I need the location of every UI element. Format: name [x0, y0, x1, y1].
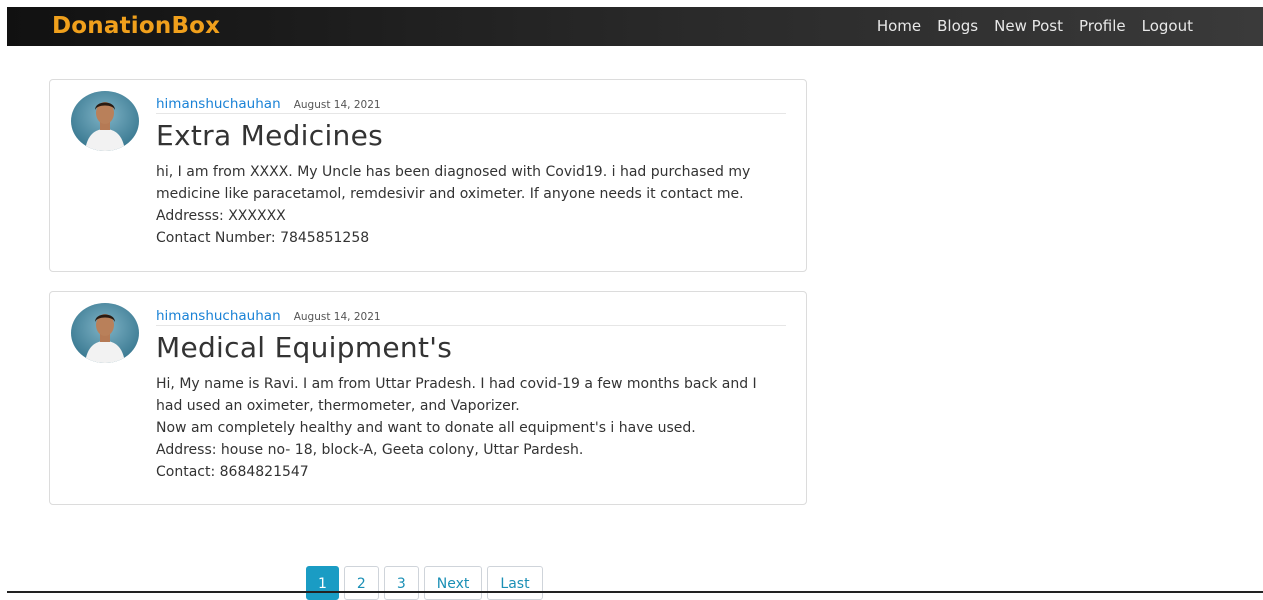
nav-link-blogs[interactable]: Blogs	[937, 16, 978, 36]
post-body-line: had used an oximeter, thermometer, and V…	[156, 398, 520, 414]
post-body-line: Contact: 8684821547	[156, 464, 309, 480]
nav-link-new-post[interactable]: New Post	[994, 16, 1063, 36]
brand-logo[interactable]: DonationBox	[52, 12, 220, 40]
post-body-line: Contact Number: 7845851258	[156, 230, 370, 246]
post-date: August 14, 2021	[293, 311, 381, 323]
post-body: Hi, My name is Ravi. I am from Uttar Pra…	[156, 373, 796, 483]
nav-link-logout[interactable]: Logout	[1142, 16, 1193, 36]
avatar-image	[71, 91, 139, 151]
nav-link-profile[interactable]: Profile	[1079, 16, 1126, 36]
post-body: hi, I am from XXXX. My Uncle has been di…	[156, 161, 796, 249]
post-body-line: Now am completely healthy and want to do…	[156, 420, 696, 436]
nav-links: Home Blogs New Post Profile Logout	[861, 16, 1193, 36]
avatar-image	[71, 303, 139, 363]
avatar[interactable]	[71, 303, 139, 363]
post-meta: himanshuchauhan August 14, 2021	[156, 305, 786, 326]
nav-link-home[interactable]: Home	[877, 16, 921, 36]
avatar[interactable]	[71, 91, 139, 151]
post-date: August 14, 2021	[293, 99, 381, 111]
post-card: himanshuchauhan August 14, 2021 Extra Me…	[49, 79, 807, 272]
post-meta: himanshuchauhan August 14, 2021	[156, 93, 786, 114]
author-link[interactable]: himanshuchauhan	[156, 96, 281, 112]
post-body-line: Addresss: XXXXXX	[156, 208, 286, 224]
post-body-line: Address: house no- 18, block-A, Geeta co…	[156, 442, 584, 458]
navbar: DonationBox Home Blogs New Post Profile …	[7, 7, 1263, 46]
post-body-line: medicine like paracetamol, remdesivir an…	[156, 186, 744, 202]
bottom-divider	[7, 591, 1263, 593]
author-link[interactable]: himanshuchauhan	[156, 308, 281, 324]
post-body-line: Hi, My name is Ravi. I am from Uttar Pra…	[156, 376, 757, 392]
post-title[interactable]: Extra Medicines	[156, 117, 383, 155]
post-card: himanshuchauhan August 14, 2021 Medical …	[49, 291, 807, 505]
top-strip	[0, 0, 1263, 7]
post-title[interactable]: Medical Equipment's	[156, 329, 452, 367]
post-body-line: hi, I am from XXXX. My Uncle has been di…	[156, 164, 751, 180]
